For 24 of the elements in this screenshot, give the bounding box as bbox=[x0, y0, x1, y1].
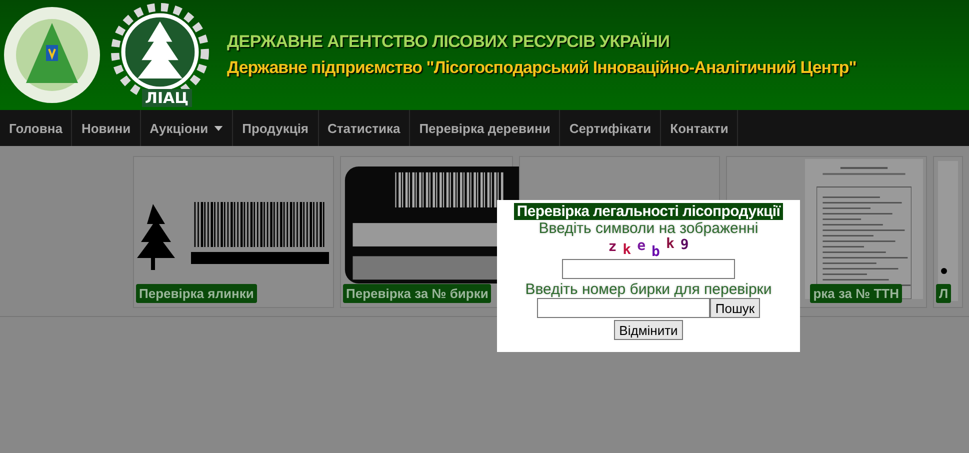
tag-number-field[interactable] bbox=[537, 298, 710, 318]
captcha-field[interactable] bbox=[562, 259, 735, 279]
nav-item[interactable]: Статистика bbox=[318, 110, 410, 146]
nav-item[interactable]: Перевірка деревини bbox=[410, 110, 560, 146]
logo-text: ЛІАЦ bbox=[142, 89, 192, 107]
nav-item[interactable]: Аукціони bbox=[140, 110, 234, 146]
cancel-button[interactable]: Відмінити bbox=[614, 320, 683, 340]
dialog-title: Перевірка легальності лісопродукції bbox=[514, 203, 784, 220]
card-link[interactable]: Л bbox=[936, 284, 952, 303]
agency-emblem-icon bbox=[2, 5, 102, 105]
captcha-prompt: Введіть символи на зображенні bbox=[538, 220, 758, 237]
tag-prompt: Введіть номер бирки для перевірки bbox=[525, 281, 772, 298]
card-link[interactable]: рка за № ТТН bbox=[810, 284, 902, 303]
search-button[interactable]: Пошук bbox=[710, 298, 760, 318]
company-title: Державне підприємство "Лісогосподарський Інноваційно-Аналітичний Центр" bbox=[227, 58, 856, 78]
nav-item[interactable]: Контакти bbox=[661, 110, 738, 146]
nav-item[interactable]: Новини bbox=[72, 110, 141, 146]
card-link[interactable]: Перевірка ялинки bbox=[136, 284, 257, 303]
card-link[interactable]: Перевірка за № бирки bbox=[343, 284, 492, 303]
nav-item[interactable]: Головна bbox=[0, 110, 72, 146]
captcha-image: z k e b k 9 bbox=[608, 237, 689, 257]
agency-title: ДЕРЖАВНЕ АГЕНТСТВО ЛІСОВИХ РЕСУРСІВ УКРАЇНИ bbox=[227, 32, 671, 52]
nav-item[interactable]: Продукція bbox=[233, 110, 319, 146]
nav-item[interactable]: Сертифікати bbox=[560, 110, 662, 146]
